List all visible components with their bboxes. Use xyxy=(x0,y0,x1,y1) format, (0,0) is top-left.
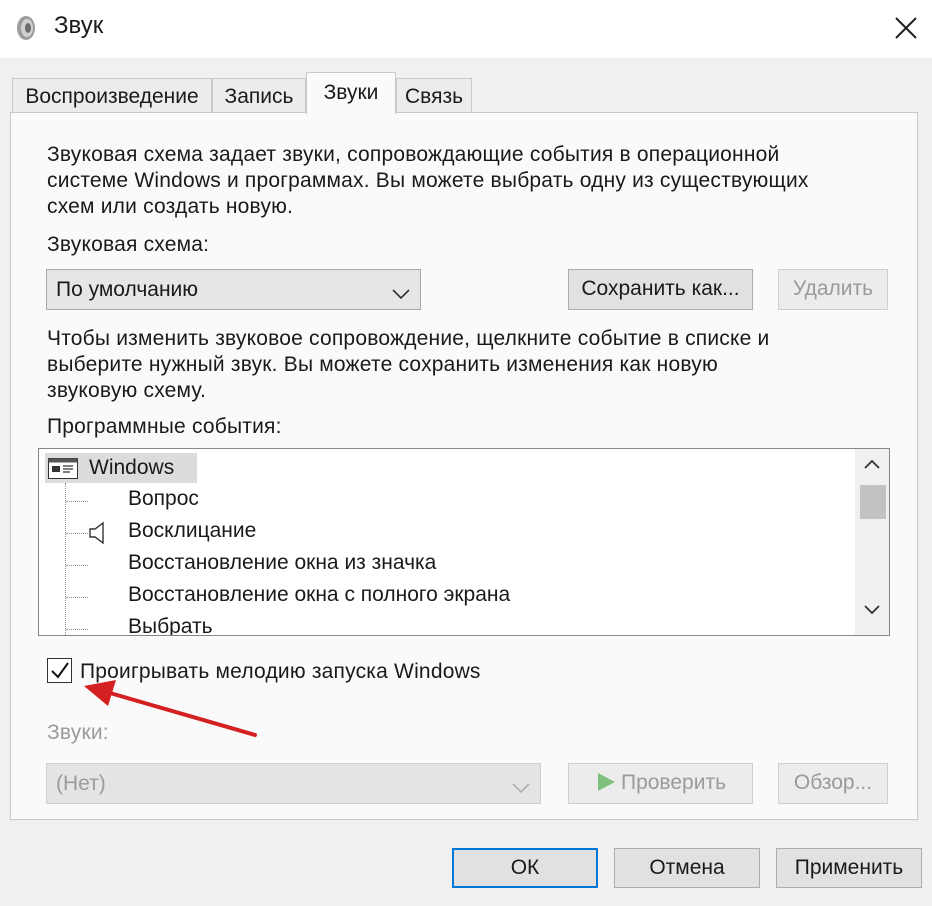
chevron-down-icon xyxy=(392,282,410,306)
tree-branch xyxy=(66,597,88,598)
event-label: Восстановление окна из значка xyxy=(128,551,437,574)
startup-sound-checkbox[interactable] xyxy=(47,658,72,683)
tab-recording[interactable]: Запись xyxy=(212,78,306,112)
chevron-down-icon[interactable] xyxy=(863,603,881,621)
ok-button[interactable]: ОК xyxy=(452,848,598,888)
scroll-thumb[interactable] xyxy=(860,485,886,519)
sounds-label: Звуки: xyxy=(47,721,109,744)
play-icon xyxy=(597,773,615,791)
apply-button[interactable]: Применить xyxy=(776,848,922,888)
close-icon[interactable] xyxy=(880,2,932,54)
window-icon xyxy=(48,458,78,479)
tab-sounds[interactable]: Звуки xyxy=(306,72,396,114)
test-sound-button[interactable]: Проверить xyxy=(568,763,753,804)
scheme-label: Звуковая схема: xyxy=(47,233,210,256)
list-item[interactable]: Выбрать xyxy=(39,613,839,636)
scheme-description-line1: Звуковая схема задает звуки, сопровождаю… xyxy=(47,143,780,166)
event-label: Выбрать xyxy=(128,615,213,636)
chevron-up-icon[interactable] xyxy=(863,457,881,475)
tree-branch xyxy=(66,501,88,502)
cancel-button[interactable]: Отмена xyxy=(614,848,760,888)
list-item[interactable]: Вопрос xyxy=(39,485,839,517)
tree-branch xyxy=(66,533,88,534)
scheme-dropdown[interactable]: По умолчанию xyxy=(46,269,421,310)
save-as-button[interactable]: Сохранить как... xyxy=(568,269,753,310)
scheme-description-line3: схем или создать новую. xyxy=(47,195,294,218)
tab-playback[interactable]: Воспроизведение xyxy=(12,78,212,112)
sounds-dropdown[interactable]: (Нет) xyxy=(46,763,541,804)
program-events-list[interactable]: Windows Вопрос Восклицание Восстановлени… xyxy=(38,448,890,636)
event-label: Вопрос xyxy=(128,487,199,510)
speaker-icon xyxy=(89,521,107,550)
list-item-windows[interactable]: Windows xyxy=(45,453,197,483)
list-root-label: Windows xyxy=(89,456,175,479)
events-instructions-line1: Чтобы изменить звуковое сопровождение, щ… xyxy=(47,327,770,350)
scheme-description-line2: системе Windows и программах. Вы можете … xyxy=(47,169,809,192)
events-instructions-line2: выберите нужный звук. Вы можете сохранит… xyxy=(47,353,718,376)
title-bar: Звук xyxy=(0,0,932,58)
speaker-icon xyxy=(15,14,37,42)
list-scrollbar[interactable] xyxy=(855,449,889,635)
tree-branch xyxy=(66,629,88,630)
checkmark-icon xyxy=(51,662,69,679)
event-label: Восстановление окна с полного экрана xyxy=(128,583,511,606)
tree-branch xyxy=(66,565,88,566)
event-label: Восклицание xyxy=(128,519,257,542)
scheme-selected-value: По умолчанию xyxy=(56,278,199,301)
list-item[interactable]: Восклицание xyxy=(39,517,839,549)
startup-sound-label[interactable]: Проигрывать мелодию запуска Windows xyxy=(80,659,481,685)
sounds-selected-value: (Нет) xyxy=(56,772,106,795)
browse-button[interactable]: Обзор... xyxy=(778,763,888,804)
chevron-down-icon xyxy=(512,776,530,800)
delete-button[interactable]: Удалить xyxy=(778,269,888,310)
events-label: Программные события: xyxy=(47,415,282,438)
events-instructions-line3: звуковую схему. xyxy=(47,379,207,402)
test-sound-label: Проверить xyxy=(620,771,727,794)
tab-communications[interactable]: Связь xyxy=(396,78,472,112)
window-title: Звук xyxy=(54,12,104,39)
list-item[interactable]: Восстановление окна из значка xyxy=(39,549,839,581)
list-item[interactable]: Восстановление окна с полного экрана xyxy=(39,581,839,613)
